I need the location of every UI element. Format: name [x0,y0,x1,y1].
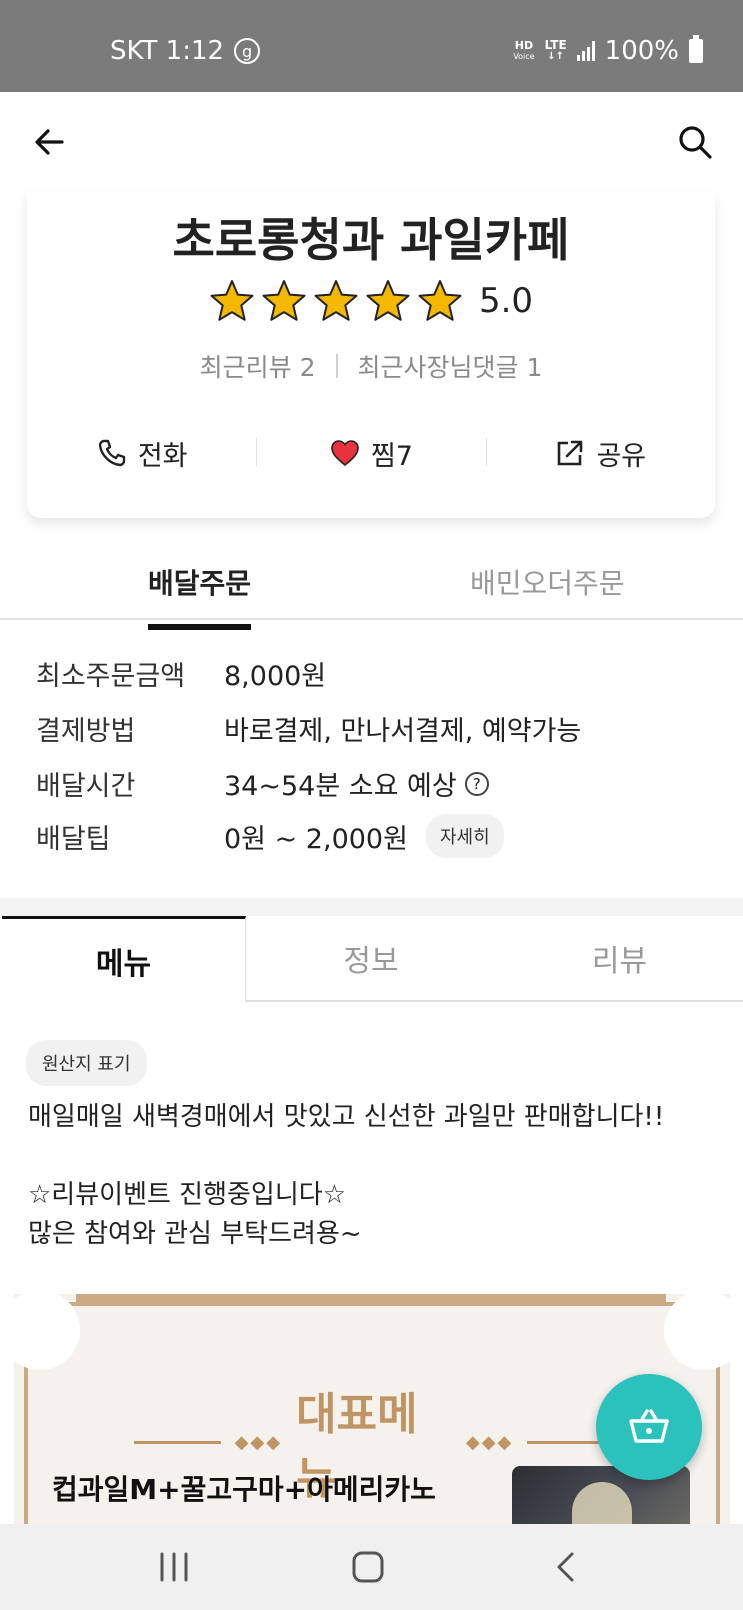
banner-top-line [76,1294,666,1304]
status-right: HD Voice LTE ↓↑ 100% [513,35,703,66]
payment-row: 결제방법 바로결제, 만나서결제, 예약가능 [36,709,581,748]
app-header [0,92,743,192]
question-icon[interactable]: ? [464,771,489,796]
phone-icon [98,439,126,467]
heart-icon [331,440,359,467]
call-label: 전화 [137,440,188,472]
hd-label: HD [514,39,534,52]
battery-text: 100% [604,36,679,66]
battery-icon [689,35,703,63]
star-icon [262,280,306,321]
min-order-value: 8,000원 [224,661,327,692]
like-button[interactable]: 찜7 [256,428,485,478]
lte-arrows: ↓↑ [547,51,565,62]
voice-label: Voice [513,52,535,61]
cart-icon [629,1409,669,1443]
order-type-tabs: 배달주문 배민오더주문 [0,548,743,630]
store-name: 초로롱청과 과일카페 [172,213,570,267]
section-divider [0,898,743,916]
hd-voice-icon: HD Voice [513,40,534,62]
share-icon [558,440,583,466]
g-icon: g [234,38,261,64]
star-icon [366,280,410,321]
delivery-info: 최소주문금액 8,000원 결제방법 바로결제, 만나서결제, 예약가능 배달시… [0,630,743,898]
payment-value: 바로결제, 만나서결제, 예약가능 [224,716,582,747]
back-icon[interactable] [548,1550,588,1584]
store-notice: 매일매일 새벽경매에서 맛있고 신선한 과일만 판매합니다!! ☆리뷰이벤트 진… [28,1102,665,1249]
delivery-tip-label: 배달팁 [36,823,111,855]
recent-apps-icon[interactable] [154,1550,194,1584]
signal-icon [576,41,595,61]
review-summary: 최근리뷰 2 최근사장님댓글 1 [27,348,715,384]
delivery-tip-value: 0원 ~ 2,000원 [224,823,408,855]
status-left: SKT 1:12 g [110,36,261,66]
action-row: 전화 찜7 공유 [27,428,715,478]
tab-menu[interactable]: 메뉴 [2,916,246,1002]
system-nav-bar [0,1524,743,1610]
delivery-time-value: 34~54분 소요 예상 [224,771,457,802]
search-icon[interactable] [675,122,715,162]
star-icon [210,280,254,321]
delivery-tip-row: 배달팁 0원 ~ 2,000원 자세히 [36,814,504,858]
payment-label: 결제방법 [36,716,136,747]
star-icon [418,280,462,321]
rating-row: 5.0 [27,278,715,324]
detail-button[interactable]: 자세히 [425,814,504,858]
lte-label: LTE [544,38,567,52]
banner-corner-right [664,1290,743,1370]
home-icon[interactable] [348,1550,388,1584]
delivery-tip-value-wrap: 0원 ~ 2,000원 자세히 [224,814,504,858]
tab-review[interactable]: 리뷰 [496,916,743,1002]
delivery-time-label: 배달시간 [36,771,136,802]
min-order-label: 최소주문금액 [36,661,186,692]
carrier-time: SKT 1:12 [110,36,225,66]
delivery-time-value-wrap: 34~54분 소요 예상 ? [224,764,489,803]
banner-corner-left [0,1290,80,1370]
banner-line-left [134,1440,221,1444]
divider [335,354,338,378]
recent-reviews-link[interactable]: 최근리뷰 2 [200,348,316,384]
share-button[interactable]: 공유 [485,428,715,478]
star-icon [314,280,358,321]
origin-label-button[interactable]: 원산지 표기 [26,1040,147,1086]
like-label: 찜7 [370,440,413,472]
cart-button[interactable] [596,1374,702,1480]
tab-baemin-order[interactable]: 배민오더주문 [470,562,625,602]
diamond-icon: ◆◆◆ [465,1431,514,1453]
rating-value: 5.0 [478,281,534,321]
tab-delivery-order[interactable]: 배달주문 [148,562,252,630]
delivery-time-row: 배달시간 34~54분 소요 예상 ? [36,764,489,803]
lte-icon: LTE ↓↑ [545,39,567,63]
store-card: 초로롱청과 과일카페 5.0 최근리뷰 2 최근사장님댓글 1 전화 찜7 공유 [27,192,715,518]
diamond-icon: ◆◆◆ [234,1431,283,1453]
min-order-row: 최소주문금액 8,000원 [36,654,326,693]
recent-owner-comments-link[interactable]: 최근사장님댓글 1 [358,348,543,384]
call-button[interactable]: 전화 [27,428,256,478]
menu-item-name[interactable]: 컵과일M+꿀고구마+아메리카노 [52,1468,436,1508]
back-arrow-icon[interactable] [30,122,70,162]
menu-tabs: 메뉴 정보 리뷰 [0,916,743,1002]
status-bar: SKT 1:12 g HD Voice LTE ↓↑ 100% [0,0,743,92]
share-label: 공유 [596,440,647,472]
tab-info[interactable]: 정보 [246,916,496,1002]
